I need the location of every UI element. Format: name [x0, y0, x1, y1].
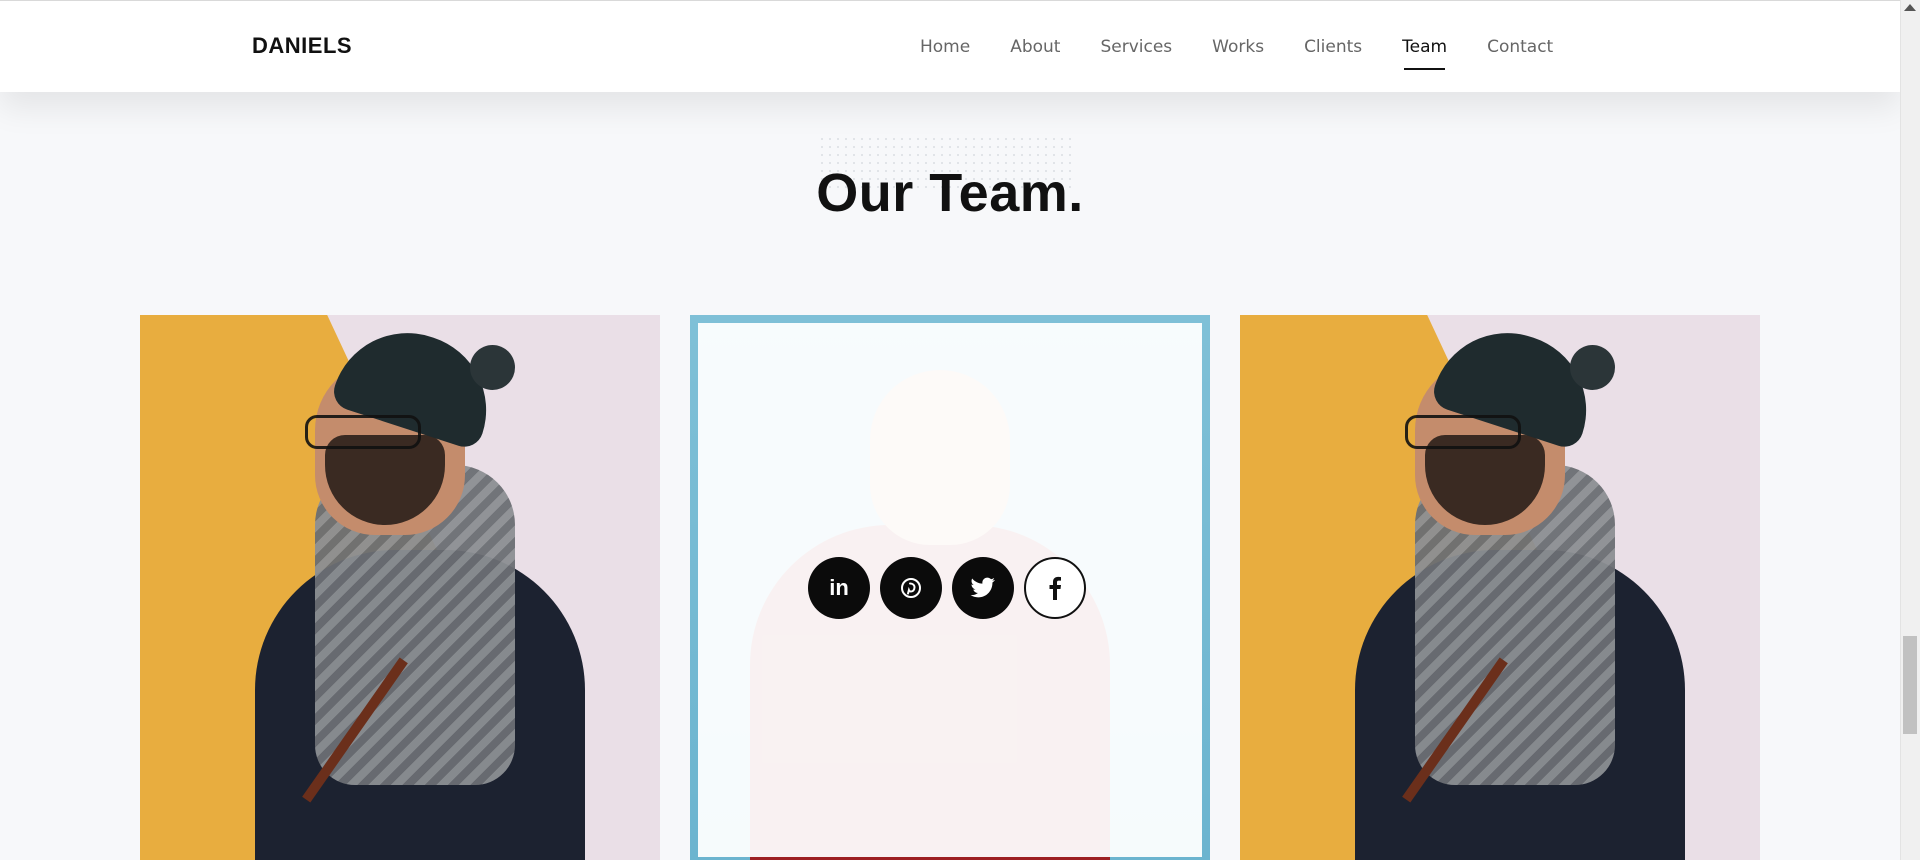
scrollbar-thumb[interactable] — [1903, 636, 1917, 734]
team-photo-glasses — [1405, 415, 1521, 449]
team-card-1[interactable] — [140, 315, 660, 860]
team-photo-hat-pom — [1570, 345, 1615, 390]
facebook-icon[interactable] — [1024, 557, 1086, 619]
brand-logo[interactable]: DANIELS — [252, 33, 352, 59]
nav-services[interactable]: Services — [1080, 30, 1192, 64]
twitter-glyph — [970, 577, 995, 598]
linkedin-icon[interactable]: in — [808, 557, 870, 619]
nav-contact[interactable]: Contact — [1467, 30, 1573, 64]
pinterest-glyph — [901, 578, 921, 598]
team-photo-hat-pom — [470, 345, 515, 390]
scroll-up-arrow-icon[interactable] — [1904, 4, 1916, 11]
team-photo-glasses — [305, 415, 421, 449]
twitter-icon[interactable] — [952, 557, 1014, 619]
facebook-glyph — [1049, 576, 1061, 600]
linkedin-glyph: in — [829, 575, 849, 600]
nav-works[interactable]: Works — [1192, 30, 1284, 64]
page: DANIELS Home About Services Works Client… — [0, 0, 1900, 860]
nav-home[interactable]: Home — [900, 30, 990, 64]
nav-team[interactable]: Team — [1382, 30, 1467, 70]
nav-clients[interactable]: Clients — [1284, 30, 1382, 64]
pinterest-icon[interactable] — [880, 557, 942, 619]
header-topline — [0, 0, 1900, 1]
team-card-3[interactable] — [1240, 315, 1760, 860]
site-header: DANIELS Home About Services Works Client… — [0, 0, 1900, 92]
social-links: in — [808, 557, 1086, 619]
nav-about[interactable]: About — [990, 30, 1080, 64]
team-section-title: Our Team. — [816, 163, 1084, 224]
team-card-2[interactable]: in — [690, 315, 1210, 860]
main-nav: Home About Services Works Clients Team C… — [900, 30, 1573, 70]
